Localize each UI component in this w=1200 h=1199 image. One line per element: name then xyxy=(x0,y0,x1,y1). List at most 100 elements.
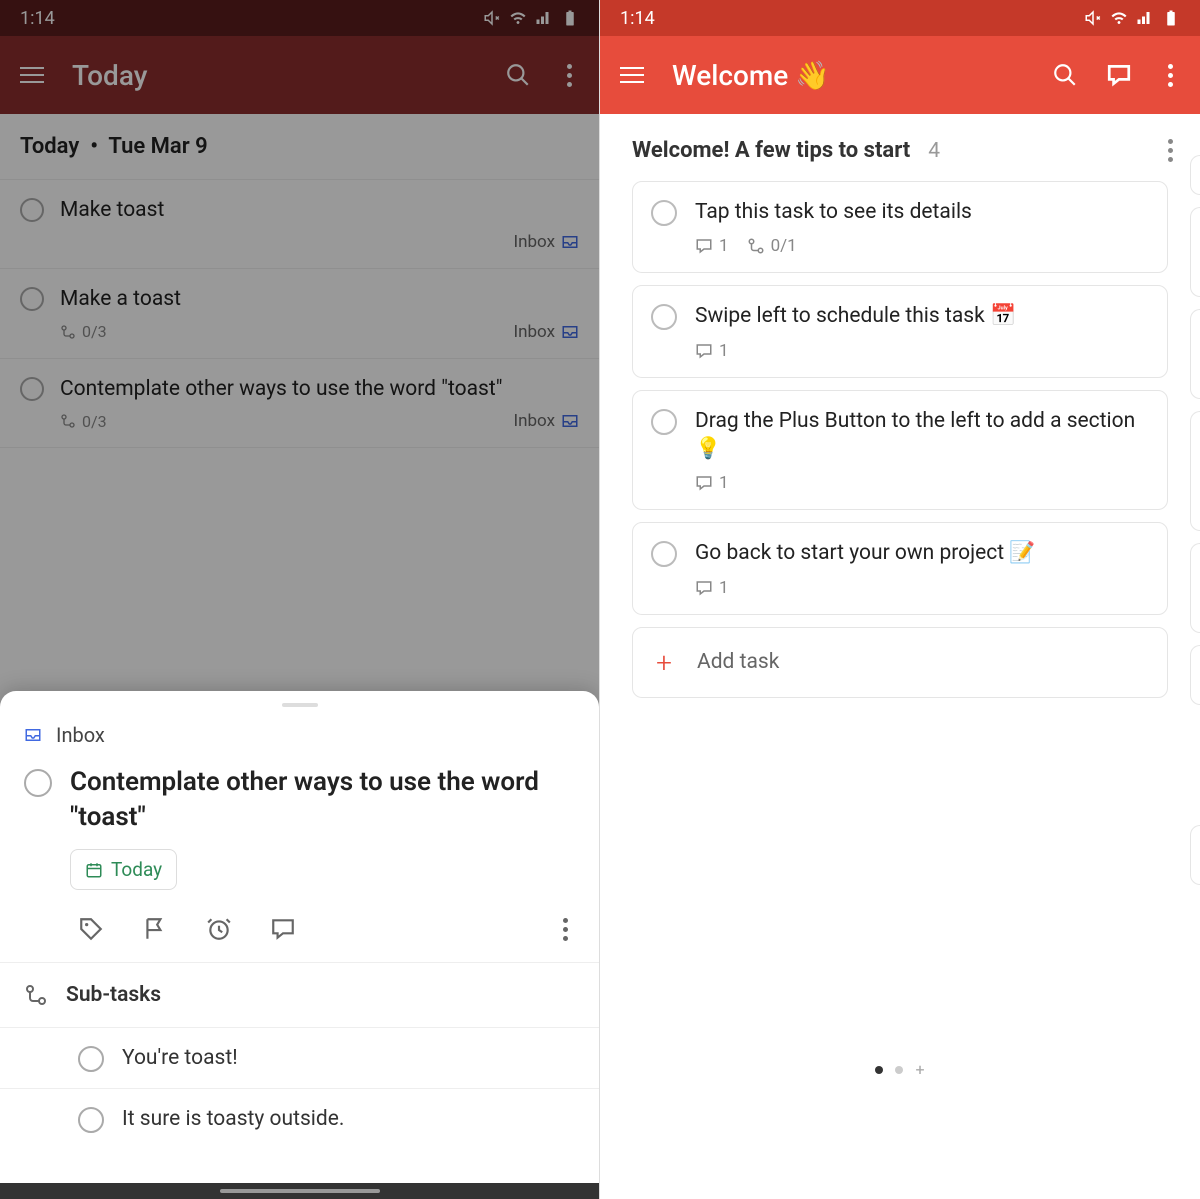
subtask-icon xyxy=(747,237,765,255)
task-title: Make a toast xyxy=(60,285,579,313)
subtask-row[interactable]: It sure is toasty outside. xyxy=(0,1088,599,1149)
status-time: 1:14 xyxy=(20,8,55,29)
status-icons xyxy=(1084,9,1180,27)
mute-icon xyxy=(483,9,501,27)
comment-icon[interactable] xyxy=(270,916,296,942)
nav-bar xyxy=(0,1183,599,1199)
label-icon[interactable] xyxy=(78,916,104,942)
signal-icon xyxy=(1136,9,1154,27)
task-actions xyxy=(0,896,599,962)
comment-icon xyxy=(695,579,713,597)
section-header: Welcome! A few tips to start 4 xyxy=(600,114,1200,181)
subtask-icon xyxy=(24,983,48,1007)
task-title-editable[interactable]: Contemplate other ways to use the word "… xyxy=(70,765,575,835)
app-bar: Today xyxy=(0,36,599,114)
subtask-count: 0/3 xyxy=(60,412,107,431)
task-checkbox[interactable] xyxy=(651,409,677,435)
comment-icon[interactable] xyxy=(1106,62,1132,88)
search-icon[interactable] xyxy=(1052,62,1078,88)
task-checkbox[interactable] xyxy=(78,1107,104,1133)
project-tag: Inbox xyxy=(513,322,579,342)
wifi-icon xyxy=(1110,9,1128,27)
task-title: Contemplate other ways to use the word "… xyxy=(60,375,579,403)
status-time: 1:14 xyxy=(620,8,655,29)
comment-count: 1 xyxy=(695,578,729,598)
subtask-icon xyxy=(60,413,76,429)
subtask-title: You're toast! xyxy=(122,1046,238,1070)
page-title: Today xyxy=(72,59,477,92)
project-tag: Inbox xyxy=(513,411,579,431)
header-today: Today xyxy=(20,134,79,159)
subtask-count: 0/3 xyxy=(60,322,107,341)
comment-icon xyxy=(695,237,713,255)
menu-icon[interactable] xyxy=(20,67,44,83)
task-title: Tap this task to see its details xyxy=(695,198,1149,226)
overflow-icon[interactable] xyxy=(555,918,575,941)
search-icon[interactable] xyxy=(505,62,531,88)
task-detail-sheet: Inbox Contemplate other ways to use the … xyxy=(0,691,599,1199)
header-date: Tue Mar 9 xyxy=(108,134,207,159)
task-checkbox[interactable] xyxy=(651,304,677,330)
status-bar: 1:14 xyxy=(0,0,599,36)
task-project[interactable]: Inbox xyxy=(0,715,599,759)
task-card[interactable]: Tap this task to see its details 1 0/1 xyxy=(632,181,1168,273)
page-dot-active[interactable] xyxy=(875,1066,883,1074)
subtask-row[interactable]: You're toast! xyxy=(0,1027,599,1088)
task-checkbox[interactable] xyxy=(20,198,44,222)
menu-icon[interactable] xyxy=(620,67,644,83)
task-card[interactable]: Swipe left to schedule this task 📅 1 xyxy=(632,285,1168,377)
due-date-chip[interactable]: Today xyxy=(70,849,177,890)
task-list: Tap this task to see its details 1 0/1 S… xyxy=(600,181,1200,698)
comment-count: 1 xyxy=(695,341,729,361)
overflow-icon[interactable] xyxy=(1160,139,1180,162)
signal-icon xyxy=(535,9,553,27)
task-row[interactable]: Make a toast 0/3 Inbox xyxy=(0,269,599,358)
next-section-peek xyxy=(1190,155,1200,935)
inbox-icon xyxy=(561,323,579,341)
comment-count: 1 xyxy=(695,236,729,256)
battery-icon xyxy=(561,9,579,27)
add-section-icon[interactable]: + xyxy=(915,1060,924,1079)
subtasks-header[interactable]: Sub-tasks xyxy=(0,963,599,1027)
subtask-icon xyxy=(60,324,76,340)
sheet-handle[interactable] xyxy=(282,703,318,707)
task-title: Make toast xyxy=(60,196,579,224)
task-title: Drag the Plus Button to the left to add … xyxy=(695,407,1149,464)
task-checkbox[interactable] xyxy=(78,1046,104,1072)
page-dot[interactable] xyxy=(895,1066,903,1074)
task-checkbox[interactable] xyxy=(20,377,44,401)
status-bar: 1:14 xyxy=(600,0,1200,36)
task-card[interactable]: Drag the Plus Button to the left to add … xyxy=(632,390,1168,511)
task-row[interactable]: Contemplate other ways to use the word "… xyxy=(0,359,599,448)
calendar-icon xyxy=(85,861,103,879)
page-header: Today • Tue Mar 9 xyxy=(0,114,599,180)
overflow-icon[interactable] xyxy=(559,64,579,87)
task-checkbox[interactable] xyxy=(651,200,677,226)
reminder-icon[interactable] xyxy=(206,916,232,942)
task-checkbox[interactable] xyxy=(20,287,44,311)
subtask-title: It sure is toasty outside. xyxy=(122,1107,344,1131)
comment-icon xyxy=(695,474,713,492)
app-bar: Welcome 👋 xyxy=(600,36,1200,114)
section-title: Welcome! A few tips to start xyxy=(632,138,910,163)
inbox-icon xyxy=(561,233,579,251)
overflow-icon[interactable] xyxy=(1160,64,1180,87)
inbox-icon xyxy=(24,726,42,744)
page-indicator: + xyxy=(600,1060,1200,1079)
task-title: Swipe left to schedule this task 📅 xyxy=(695,302,1149,330)
battery-icon xyxy=(1162,9,1180,27)
task-checkbox[interactable] xyxy=(651,541,677,567)
mute-icon xyxy=(1084,9,1102,27)
add-task-button[interactable]: + Add task xyxy=(632,627,1168,698)
project-tag: Inbox xyxy=(513,232,579,252)
inbox-icon xyxy=(561,412,579,430)
task-row[interactable]: Make toast Inbox xyxy=(0,180,599,269)
status-icons xyxy=(483,9,579,27)
subtask-count: 0/1 xyxy=(747,236,797,256)
task-card[interactable]: Go back to start your own project 📝 1 xyxy=(632,522,1168,614)
task-checkbox[interactable] xyxy=(24,769,52,797)
nav-handle[interactable] xyxy=(220,1189,380,1193)
flag-icon[interactable] xyxy=(142,916,168,942)
plus-icon: + xyxy=(651,646,677,679)
page-title: Welcome 👋 xyxy=(672,59,1024,92)
